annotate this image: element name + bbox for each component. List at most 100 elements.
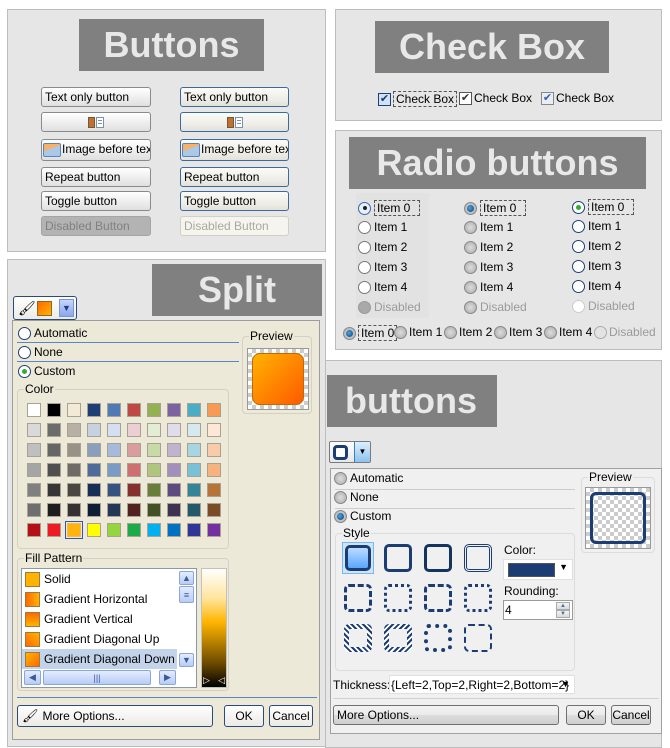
radio-col2-item-2[interactable]: Item 2	[464, 240, 513, 254]
radio-col3-item-0[interactable]: Item 0	[572, 199, 634, 215]
color-swatch[interactable]	[167, 483, 181, 497]
gradient-stop-left-icon[interactable]: ▷	[203, 675, 210, 686]
color-swatch[interactable]	[87, 523, 101, 537]
checkbox-2[interactable]: ✔ Check Box	[459, 91, 532, 105]
color-swatch[interactable]	[187, 483, 201, 497]
color-swatch[interactable]	[147, 463, 161, 477]
border-style-option[interactable]	[462, 622, 494, 654]
color-swatch[interactable]	[127, 523, 141, 537]
radio-horizontal-item-4[interactable]: Item 4	[544, 325, 592, 339]
border-cancel-button[interactable]: Cancel	[611, 705, 651, 725]
radio-horizontal-item-0[interactable]: Item 0	[343, 325, 398, 341]
color-swatch[interactable]	[67, 483, 81, 497]
radio-circle[interactable]	[358, 260, 371, 274]
color-swatch[interactable]	[127, 503, 141, 517]
color-swatch[interactable]	[27, 483, 41, 497]
radio-circle[interactable]	[334, 490, 347, 504]
fill-pattern-item[interactable]: Gradient Diagonal Up	[22, 629, 177, 649]
color-swatch[interactable]	[47, 403, 61, 417]
radio-col2-item-0[interactable]: Item 0	[464, 200, 526, 216]
radio-circle[interactable]	[572, 279, 585, 293]
radio-horizontal-item-1[interactable]: Item 1	[394, 325, 442, 339]
radio-col3-item-1[interactable]: Item 1	[572, 219, 621, 233]
split-button[interactable]: 🖌 ▼	[13, 296, 77, 320]
color-swatch[interactable]	[127, 463, 141, 477]
fill-pattern-item[interactable]: Gradient Horizontal	[22, 589, 177, 609]
gradient-slider[interactable]: ▷ ◁	[201, 568, 227, 688]
radio-col2-item-1[interactable]: Item 1	[464, 220, 513, 234]
color-swatch[interactable]	[27, 503, 41, 517]
chevron-down-icon[interactable]: ▼	[59, 299, 74, 317]
border-style-option[interactable]	[462, 542, 494, 574]
image-before-text[interactable]: Image before text	[41, 139, 151, 161]
color-swatch[interactable]	[47, 443, 61, 457]
border-style-option[interactable]	[382, 542, 414, 574]
border-style-option[interactable]	[422, 582, 454, 614]
checkbox-3-box[interactable]: ✔	[541, 91, 554, 105]
color-swatch[interactable]	[47, 483, 61, 497]
color-swatch[interactable]	[167, 423, 181, 437]
fill-pattern-item[interactable]: Gradient Vertical	[22, 609, 177, 629]
fill-pattern-item[interactable]: Solid	[22, 569, 177, 589]
vertical-scroll-thumb[interactable]: ≡	[179, 586, 194, 603]
spin-down-button[interactable]: ▼	[556, 610, 570, 618]
rounding-spinner[interactable]: 4 ▲ ▼	[503, 600, 573, 620]
checkbox-1-box[interactable]: ✔	[378, 92, 391, 106]
checkbox-2-box[interactable]: ✔	[459, 91, 472, 105]
color-swatch[interactable]	[147, 483, 161, 497]
radio-circle[interactable]	[18, 326, 31, 340]
spin-up-button[interactable]: ▲	[556, 602, 570, 610]
radio-circle[interactable]	[464, 201, 477, 215]
border-style-option[interactable]	[382, 582, 414, 614]
border-style-option[interactable]	[382, 622, 414, 654]
color-swatch[interactable]	[127, 443, 141, 457]
color-swatch[interactable]	[27, 423, 41, 437]
color-swatch[interactable]	[187, 443, 201, 457]
radio-circle[interactable]	[444, 325, 457, 339]
color-swatch[interactable]	[127, 423, 141, 437]
radio-circle[interactable]	[343, 326, 356, 340]
radio-col1-item-4[interactable]: Item 4	[358, 280, 407, 294]
radio-circle[interactable]	[358, 220, 371, 234]
color-dropdown[interactable]: ▼	[503, 559, 573, 580]
radio-circle[interactable]	[464, 240, 477, 254]
radio-circle[interactable]	[18, 364, 31, 378]
radio-col1-item-1[interactable]: Item 1	[358, 220, 407, 234]
radio-circle[interactable]	[334, 471, 347, 485]
color-swatch[interactable]	[207, 423, 221, 437]
border-style-option[interactable]	[342, 622, 374, 654]
color-swatch[interactable]	[107, 423, 121, 437]
color-swatch[interactable]	[107, 483, 121, 497]
radio-circle[interactable]	[358, 280, 371, 294]
color-swatch[interactable]	[207, 503, 221, 517]
color-swatch[interactable]	[207, 443, 221, 457]
radio-col1-item-0[interactable]: Item 0	[358, 200, 420, 216]
fill-option-none[interactable]: None	[18, 345, 63, 359]
color-swatch[interactable]	[127, 483, 141, 497]
color-swatch[interactable]	[107, 503, 121, 517]
radio-circle[interactable]	[572, 219, 585, 233]
radio-circle[interactable]	[358, 300, 371, 314]
radio-circle[interactable]	[572, 259, 585, 273]
color-swatch[interactable]	[47, 503, 61, 517]
color-swatch[interactable]	[167, 503, 181, 517]
radio-circle[interactable]	[464, 220, 477, 234]
ok-button[interactable]: OK	[224, 705, 264, 727]
color-swatch[interactable]	[207, 463, 221, 477]
radio-circle[interactable]	[594, 325, 607, 339]
color-swatch[interactable]	[87, 443, 101, 457]
border-split-button[interactable]: ▼	[329, 441, 371, 463]
color-swatch[interactable]	[207, 483, 221, 497]
chevron-down-icon[interactable]: ▼	[354, 442, 370, 462]
color-swatch[interactable]	[67, 423, 81, 437]
color-swatch[interactable]	[187, 463, 201, 477]
border-ok-button[interactable]: OK	[566, 705, 606, 725]
color-swatch[interactable]	[127, 403, 141, 417]
color-swatch[interactable]	[187, 403, 201, 417]
radio-circle[interactable]	[464, 300, 477, 314]
chevron-down-icon[interactable]: ▼	[559, 562, 568, 572]
radio-circle[interactable]	[464, 260, 477, 274]
color-swatch[interactable]	[187, 523, 201, 537]
color-swatch[interactable]	[207, 403, 221, 417]
color-swatch[interactable]	[47, 423, 61, 437]
